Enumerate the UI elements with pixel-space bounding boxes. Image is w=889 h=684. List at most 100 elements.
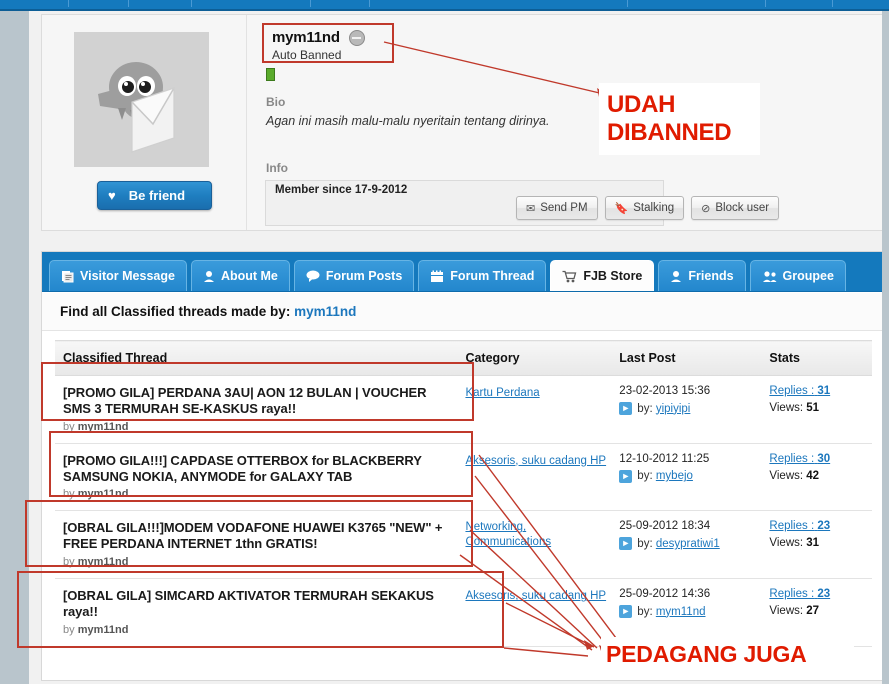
nav-divider [765, 0, 767, 7]
goto-last-post-icon[interactable]: ► [619, 537, 633, 551]
tab-label: Forum Posts [325, 269, 403, 283]
thread-title[interactable]: [PROMO GILA!!!] CAPDASE OTTERBOX for BLA… [63, 453, 457, 485]
replies-label: Replies : [769, 520, 815, 533]
tab-forum-thread[interactable]: Forum Thread [418, 260, 547, 291]
nav-divider [627, 0, 629, 7]
views-label: Views: [769, 537, 804, 550]
thread-title[interactable]: [OBRAL GILA!!!]MODEM VODAFONE HUAWEI K37… [63, 520, 457, 552]
find-prefix: Find all Classified threads made by: [60, 304, 291, 319]
last-post-author-link[interactable]: mym11nd [656, 606, 706, 618]
by-prefix: by [63, 420, 75, 433]
tab-forum-posts[interactable]: Forum Posts [293, 260, 415, 291]
envelope-icon: ✉ [526, 202, 536, 215]
category-link[interactable]: Kartu Perdana [465, 386, 539, 401]
column-header-category: Category [457, 340, 612, 376]
nav-divider [191, 0, 193, 7]
replies-label: Replies : [769, 385, 815, 397]
block-user-button[interactable]: ⊘ Block user [691, 196, 780, 220]
views-stat: Views: 27 [769, 605, 872, 617]
last-post-author-link[interactable]: desypratiwi1 [656, 538, 720, 550]
bookmark-icon: 🔖 [614, 202, 629, 215]
thread-title[interactable]: [PROMO GILA] PERDANA 3AU| AON 12 BULAN |… [63, 385, 457, 417]
last-post-author-link[interactable]: yipiyipi [656, 403, 691, 415]
tab-about-me[interactable]: About Me [190, 260, 290, 291]
thread-title[interactable]: [OBRAL GILA] SIMCARD AKTIVATOR TERMURAH … [63, 588, 457, 620]
by-prefix: by: [637, 537, 653, 550]
profile-tab-panel: Visitor Message About Me Forum Posts For… [41, 251, 886, 681]
find-username-link[interactable]: mym11nd [294, 304, 356, 319]
stats-cell: Replies : 30 Views: 42 [761, 443, 872, 512]
heart-icon: ♥ [108, 188, 116, 203]
replies-link[interactable]: Replies : 30 [769, 453, 830, 465]
table-header-row: Classified Thread Category Last Post Sta… [55, 340, 872, 376]
speech-bubble-icon [306, 270, 320, 282]
views-stat: Views: 31 [769, 537, 872, 549]
tab-groupee[interactable]: Groupee [749, 260, 846, 291]
thread-cell: [OBRAL GILA] SIMCARD AKTIVATOR TERMURAH … [55, 578, 458, 647]
replies-stat: Replies : 30 [769, 453, 872, 465]
default-avatar-icon [74, 32, 209, 167]
category-link[interactable]: Networking, Communications [465, 520, 611, 550]
category-cell: Kartu Perdana [457, 375, 612, 444]
by-prefix: by: [637, 605, 653, 618]
table-row[interactable]: [PROMO GILA!!!] CAPDASE OTTERBOX for BLA… [55, 443, 872, 512]
category-cell: Networking, Communications [457, 510, 612, 580]
be-friend-button[interactable]: ♥ Be friend [97, 181, 212, 210]
tab-friends[interactable]: Friends [658, 260, 746, 291]
tab-visitor-message[interactable]: Visitor Message [49, 260, 187, 291]
last-post-author-link[interactable]: mybejo [656, 470, 693, 482]
last-post-cell: 25-09-2012 18:34 ► by: desypratiwi1 [611, 510, 762, 580]
column-header-thread: Classified Thread [55, 340, 458, 376]
table-row[interactable]: [OBRAL GILA!!!]MODEM VODAFONE HUAWEI K37… [55, 510, 872, 580]
views-count: 42 [806, 469, 820, 482]
tab-label: Groupee [782, 269, 834, 283]
banned-smiley-icon [348, 29, 365, 46]
replies-link[interactable]: Replies : 23 [769, 588, 830, 600]
last-post-date: 12-10-2012 11:25 [619, 452, 710, 465]
last-post-date: 23-02-2013 15:36 [619, 385, 711, 397]
category-cell: Aksesoris, suku cadang HP [457, 578, 612, 647]
category-link[interactable]: Aksesoris, suku cadang HP [465, 454, 606, 469]
views-label: Views: [769, 605, 804, 618]
by-prefix: by [63, 488, 75, 501]
goto-last-post-icon[interactable]: ► [619, 605, 633, 619]
views-count: 27 [806, 605, 820, 618]
author-name: mym11nd [77, 420, 129, 433]
author-name: mym11nd [77, 488, 129, 501]
top-navigation-bar[interactable] [0, 0, 889, 11]
send-pm-button[interactable]: ✉ Send PM [516, 196, 598, 220]
last-post-cell: 12-10-2012 11:25 ► by: mybejo [611, 443, 762, 512]
bio-text: Agan ini masih malu-malu nyeritain tenta… [266, 114, 550, 128]
stats-cell: Replies : 31 Views: 51 [761, 375, 872, 444]
stalking-button[interactable]: 🔖 Stalking [604, 196, 685, 220]
by-prefix: by [63, 556, 75, 569]
category-link[interactable]: Aksesoris, suku cadang HP [465, 589, 606, 604]
replies-link[interactable]: Replies : 23 [769, 520, 830, 532]
annotation-line-2: DIBANNED [607, 119, 732, 147]
by-prefix: by: [637, 402, 653, 415]
tab-label: FJB Store [583, 269, 643, 283]
stats-cell: Replies : 23 Views: 31 [761, 510, 872, 580]
replies-stat: Replies : 23 [769, 520, 872, 532]
nav-divider [369, 0, 371, 7]
goto-last-post-icon[interactable]: ► [619, 402, 633, 415]
replies-link[interactable]: Replies : 31 [769, 385, 830, 397]
thread-cell: [PROMO GILA] PERDANA 3AU| AON 12 BULAN |… [55, 375, 458, 444]
stalking-label: Stalking [633, 202, 675, 214]
avatar-column: ♥ Be friend [42, 15, 247, 230]
views-label: Views: [769, 469, 804, 482]
author-name: mym11nd [77, 623, 129, 636]
person-icon [670, 270, 682, 283]
last-post-author: ► by: mybejo [619, 469, 761, 483]
tab-fjb-store[interactable]: FJB Store [550, 260, 655, 291]
table-row[interactable]: [PROMO GILA] PERDANA 3AU| AON 12 BULAN |… [55, 375, 872, 444]
views-label: Views: [769, 402, 804, 414]
last-post-date: 25-09-2012 14:36 [619, 588, 711, 601]
replies-label: Replies : [769, 452, 815, 465]
calendar-icon [430, 270, 444, 283]
replies-stat: Replies : 23 [769, 588, 872, 600]
by-prefix: by [63, 623, 75, 636]
be-friend-label: Be friend [128, 188, 186, 203]
replies-label: Replies : [769, 588, 815, 601]
goto-last-post-icon[interactable]: ► [619, 469, 633, 483]
